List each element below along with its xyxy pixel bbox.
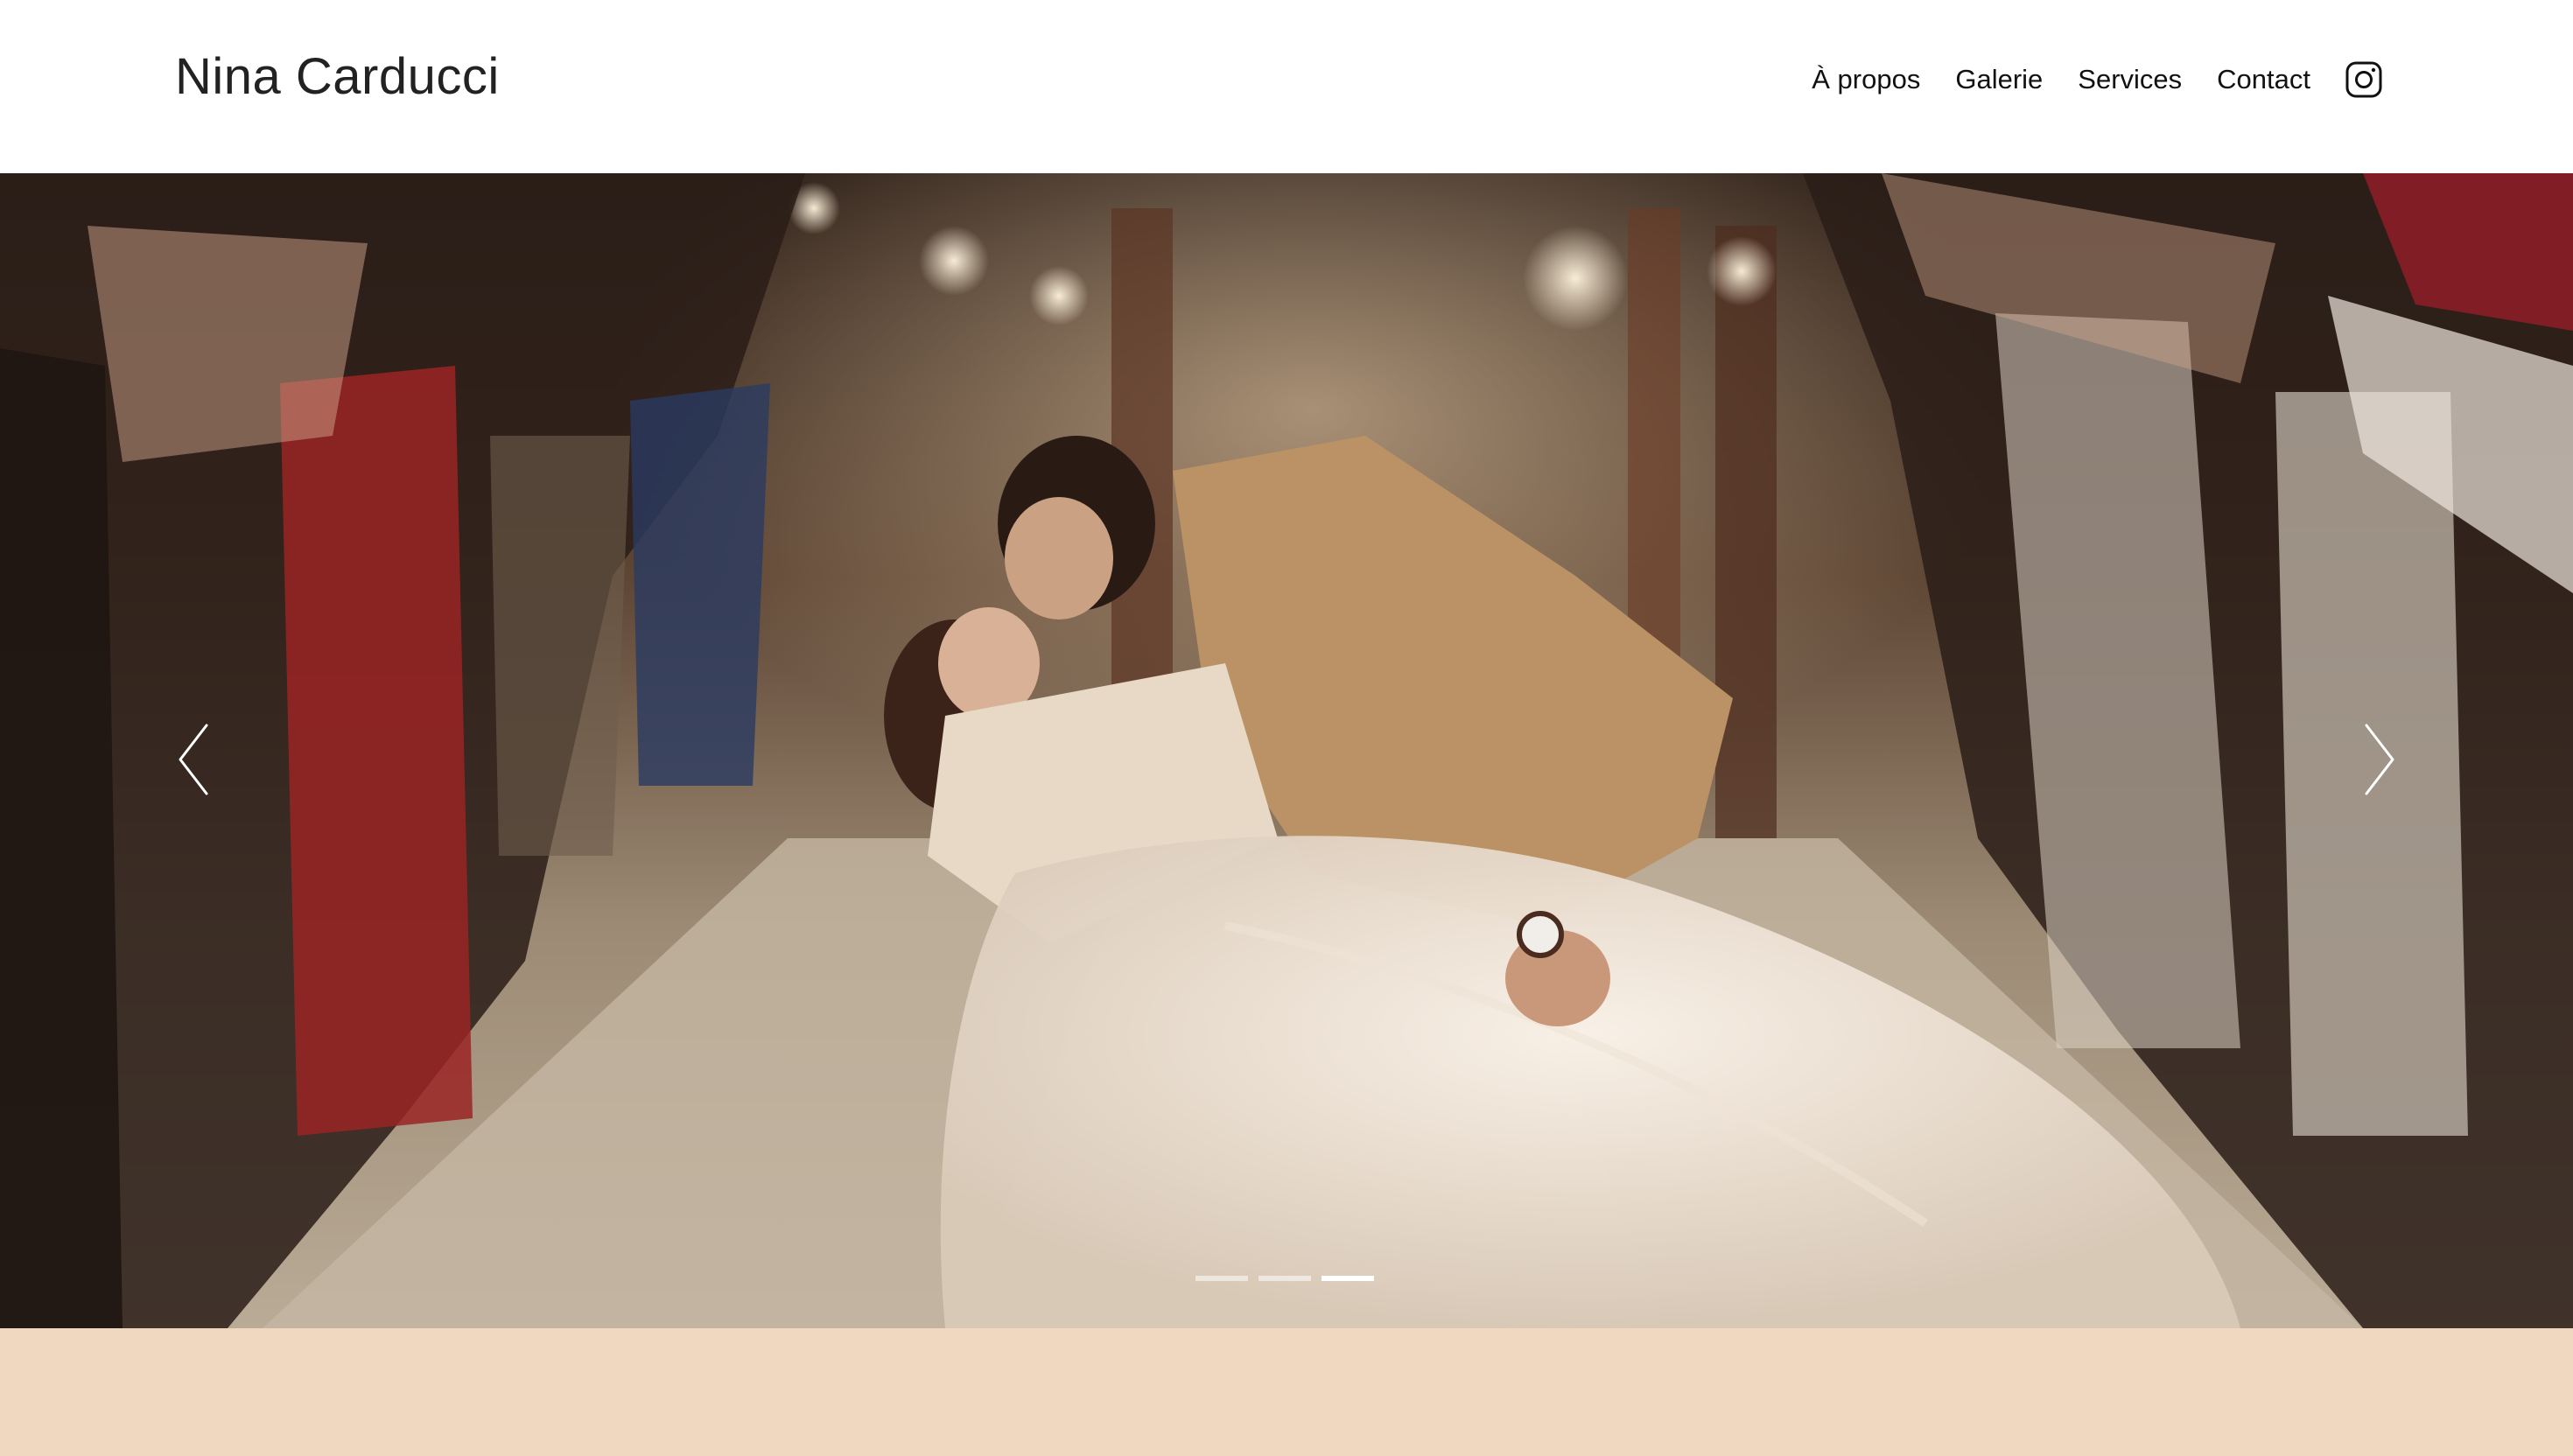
nav-link-services[interactable]: Services — [2078, 64, 2182, 95]
nav-link-a-propos[interactable]: À propos — [1812, 64, 1920, 95]
carousel-indicator[interactable] — [1258, 1276, 1311, 1281]
nav-link-galerie[interactable]: Galerie — [1955, 64, 2043, 95]
chevron-right-icon[interactable] — [2359, 720, 2400, 799]
content-band — [0, 1328, 2573, 1456]
chevron-left-icon[interactable] — [173, 720, 214, 799]
main-nav: À propos Galerie Services Contact — [1812, 61, 2382, 98]
nav-link-contact[interactable]: Contact — [2217, 64, 2310, 95]
instagram-icon[interactable] — [2345, 61, 2382, 98]
carousel-indicator[interactable] — [1195, 1276, 1248, 1281]
carousel-indicator-active[interactable] — [1322, 1276, 1374, 1281]
carousel-indicators — [1195, 1276, 1385, 1281]
site-header: Nina Carducci À propos Galerie Services … — [0, 0, 2573, 173]
hero-carousel — [0, 173, 2573, 1328]
hero-photo — [0, 173, 2573, 1328]
site-brand[interactable]: Nina Carducci — [175, 47, 500, 106]
